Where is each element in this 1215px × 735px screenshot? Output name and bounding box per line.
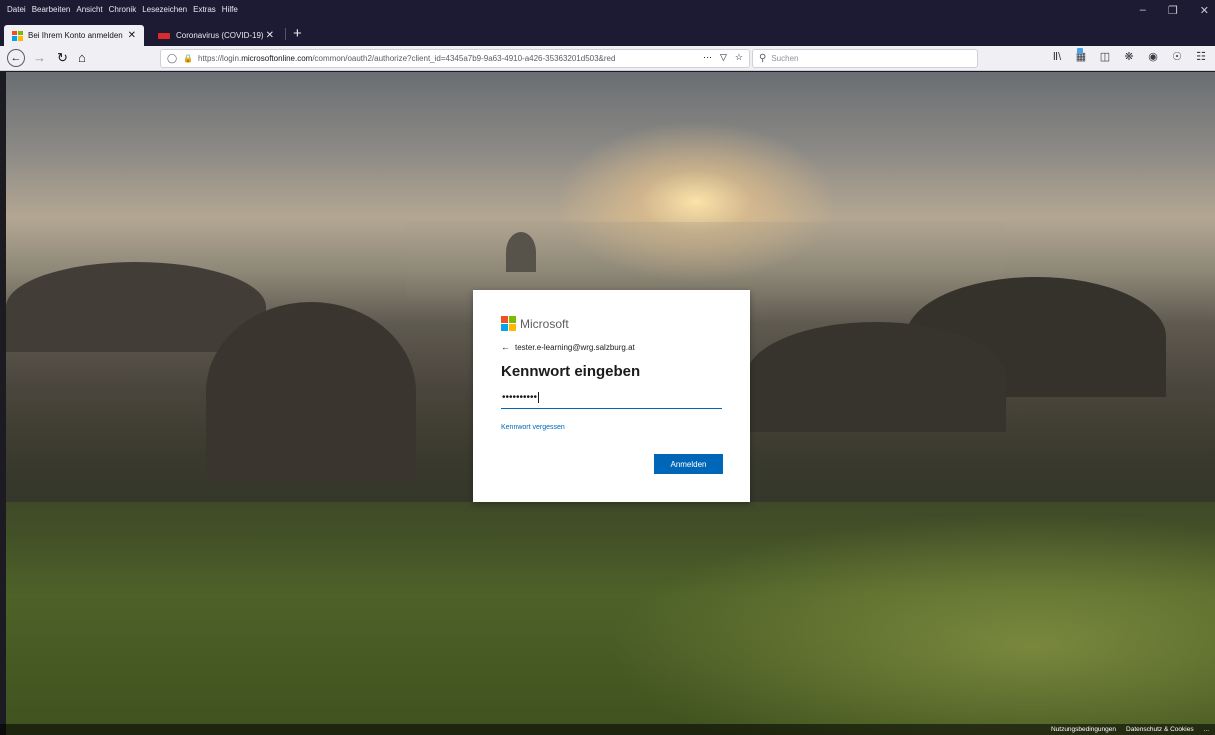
pocket-icon[interactable]: ▽ [720, 52, 727, 63]
brand-name: Microsoft [520, 316, 569, 331]
library-icon[interactable]: Ⅱ\ [1050, 50, 1064, 63]
menu-chronik[interactable]: Chronik [109, 5, 137, 14]
sign-in-button[interactable]: Anmelden [654, 454, 723, 474]
hill-center-left [206, 302, 416, 482]
address-bar[interactable]: ◯ 🔒 https://login.microsoftonline.com/co… [160, 49, 750, 68]
tab-strip: Bei Ihrem Konto anmelden ✕ Coronavirus (… [0, 23, 1215, 46]
hill-center-right [746, 322, 1006, 432]
text-caret [538, 392, 540, 403]
page-actions-icon[interactable]: ⋯ [703, 52, 712, 63]
search-placeholder: Suchen [771, 54, 799, 63]
close-icon[interactable]: ✕ [1200, 4, 1209, 17]
back-arrow-icon[interactable]: ← [501, 342, 510, 352]
tab-title: Coronavirus (COVID-19) [176, 31, 264, 40]
sign-in-card: Microsoft ← tester.e-learning@wrg.salzbu… [473, 290, 750, 502]
sidebar-icon[interactable]: ◫ [1098, 50, 1112, 63]
account-icon[interactable]: ☉ [1170, 50, 1184, 63]
extension-puzzle-icon[interactable]: ❋ [1122, 50, 1136, 63]
lock-icon[interactable]: 🔒 [183, 54, 193, 63]
page-title: Kennwort eingeben [501, 363, 641, 380]
tab-separator [285, 28, 286, 40]
restore-icon[interactable]: ❐ [1168, 4, 1178, 17]
privacy-link[interactable]: Datenschutz & Cookies [1126, 726, 1194, 733]
extension-icon[interactable]: ▦ [1074, 48, 1088, 63]
terms-link[interactable]: Nutzungsbedingungen [1051, 726, 1116, 733]
flag-favicon-icon [158, 32, 170, 39]
search-input[interactable]: ⚲ Suchen [752, 49, 978, 68]
tab-sign-in[interactable]: Bei Ihrem Konto anmelden ✕ [4, 25, 144, 46]
extension-globe-icon[interactable]: ◉ [1146, 50, 1160, 63]
minimize-icon[interactable]: – [1140, 4, 1146, 17]
menu-extras[interactable]: Extras [193, 5, 216, 14]
menu-ansicht[interactable]: Ansicht [76, 5, 102, 14]
toolbar-icons: Ⅱ\ ▦ ◫ ❋ ◉ ☉ ☷ ≡ [1050, 48, 1215, 63]
microsoft-brand: Microsoft [501, 316, 722, 331]
tracking-protection-shield-icon[interactable]: ◯ [167, 53, 177, 64]
forward-arrow-icon[interactable]: → [33, 49, 46, 67]
url-actions: ⋯ ▽ ☆ [703, 52, 743, 63]
more-options-icon[interactable]: ... [1204, 726, 1209, 733]
menu-hilfe[interactable]: Hilfe [222, 5, 238, 14]
menu-lesezeichen[interactable]: Lesezeichen [142, 5, 187, 14]
reload-icon[interactable]: ↻ [57, 49, 68, 67]
search-icon: ⚲ [759, 53, 767, 64]
bookmark-star-icon[interactable]: ☆ [735, 52, 743, 63]
tab-close-icon[interactable]: ✕ [266, 30, 274, 41]
page-footer: Nutzungsbedingungen Datenschutz & Cookie… [0, 724, 1215, 735]
tab-close-icon[interactable]: ✕ [128, 30, 136, 41]
home-icon[interactable]: ⌂ [78, 49, 86, 67]
menu-datei[interactable]: Datei [7, 5, 26, 14]
microsoft-favicon-icon [12, 30, 23, 41]
microsoft-logo-icon [501, 316, 516, 331]
tab-title: Bei Ihrem Konto anmelden [28, 31, 123, 40]
identity-banner[interactable]: ← tester.e-learning@wrg.salzburg.at [501, 342, 722, 352]
new-tab-plus-icon[interactable]: + [293, 25, 302, 42]
menu-bearbeiten[interactable]: Bearbeiten [32, 5, 71, 14]
menu-bar: Datei Bearbeiten Ansicht Chronik Lesezei… [0, 0, 1215, 23]
grid-icon[interactable]: ☷ [1194, 50, 1208, 63]
url-text[interactable]: https://login.microsoftonline.com/common… [198, 54, 668, 63]
password-field[interactable]: •••••••••• [501, 392, 722, 409]
grass-sunlight [606, 512, 1215, 735]
window-controls: – ❐ ✕ [1140, 4, 1209, 17]
navigation-toolbar: ← → ↻ ⌂ ◯ 🔒 https://login.microsoftonlin… [0, 46, 1215, 71]
back-arrow-icon[interactable]: ← [7, 49, 25, 67]
account-email: tester.e-learning@wrg.salzburg.at [515, 342, 635, 352]
sugarloaf-peak [506, 232, 536, 272]
tab-coronavirus[interactable]: Coronavirus (COVID-19) ✕ [150, 25, 282, 46]
forgot-password-link[interactable]: Kennwort vergessen [501, 424, 722, 431]
password-mask: •••••••••• [502, 392, 538, 404]
